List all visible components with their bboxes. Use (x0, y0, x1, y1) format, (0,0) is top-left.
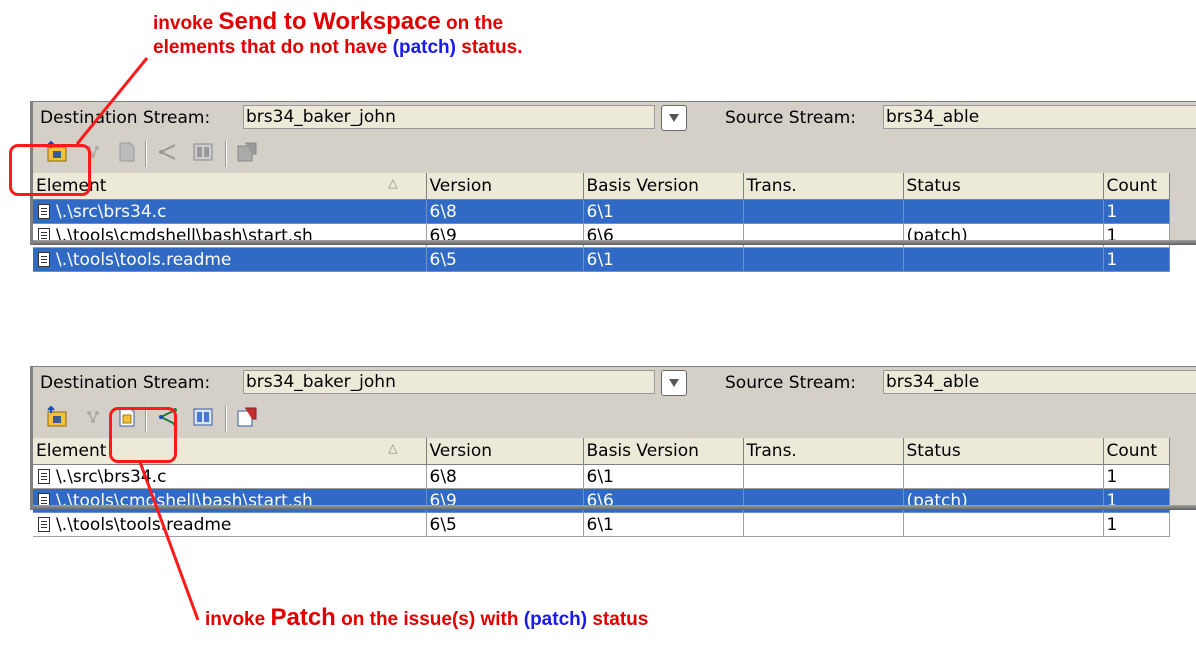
pointer-line-bottom (138, 461, 200, 621)
annotation-pointer-lines (75, 57, 200, 621)
annotation-patch-command: Patch (270, 604, 336, 631)
annotation-patch-word: (patch) (523, 609, 588, 630)
annotation-text: on the issue(s) with (335, 609, 524, 630)
annotation-text: status (587, 609, 649, 630)
bottom-annotation: invoke Patch on the issue(s) with (patch… (205, 606, 648, 632)
annotation-text: invoke (205, 609, 271, 630)
pointer-line-top (75, 57, 149, 145)
